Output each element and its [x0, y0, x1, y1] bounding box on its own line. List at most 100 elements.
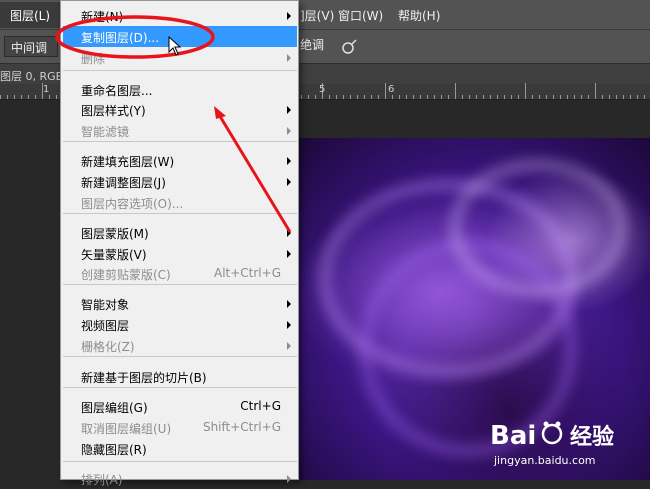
submenu-arrow-icon	[287, 342, 291, 350]
menu-separator	[63, 284, 297, 285]
menu-item[interactable]: 新建填充图层(W)	[63, 150, 297, 171]
ruler-tick	[476, 95, 477, 99]
ruler-tick	[511, 95, 512, 99]
menu-separator	[63, 213, 297, 214]
ruler-tick	[308, 95, 309, 99]
submenu-arrow-icon	[287, 54, 291, 62]
ruler-tick	[427, 95, 428, 99]
menu-item-label: 智能对象	[81, 298, 130, 312]
menu-item-shortcut: Ctrl+G	[240, 399, 281, 413]
menu-item-label: 删除	[81, 52, 106, 66]
menu-item[interactable]: 视频图层	[63, 314, 297, 335]
ruler-tick	[35, 95, 36, 99]
ruler-tick	[7, 95, 8, 99]
option-label[interactable]: 绝调	[300, 36, 324, 53]
ruler-tick	[630, 95, 631, 99]
ruler-tick	[301, 95, 302, 99]
ruler-tick	[434, 95, 435, 99]
menu-item[interactable]: 矢量蒙版(V)	[63, 243, 297, 264]
ruler-tick	[567, 95, 568, 99]
menu-separator	[63, 356, 297, 357]
watermark-url: jingyan.baidu.com	[494, 454, 596, 467]
ruler-tick	[602, 95, 603, 99]
ruler-tick	[483, 95, 484, 99]
ruler-tick	[56, 95, 57, 99]
menu-item: 取消图层编组(U) Shift+Ctrl+G	[63, 417, 297, 438]
submenu-arrow-icon	[287, 475, 291, 483]
menu-item-label: 栅格化(Z)	[81, 340, 135, 354]
baidu-logo: Bai 经验	[490, 421, 614, 451]
menu-item-label: 新建基于图层的切片(B)	[81, 371, 207, 385]
ruler-tick	[455, 83, 456, 99]
menu-item-label: 隐藏图层(R)	[81, 443, 147, 457]
menu-separator	[63, 387, 297, 388]
menu-item-label: 新建填充图层(W)	[81, 155, 175, 169]
menu-item-label: 复制图层(D)...	[81, 31, 160, 45]
swirl-shape	[448, 158, 628, 298]
menu-layer[interactable]: 图层(L)	[0, 2, 60, 28]
ruler-number: 5	[319, 84, 326, 95]
paw-icon	[541, 423, 563, 445]
submenu-arrow-icon	[287, 106, 291, 114]
ruler-number: 1	[43, 84, 50, 95]
ruler-tick	[21, 95, 22, 99]
ruler-tick	[49, 95, 50, 99]
ruler-tick	[28, 95, 29, 99]
ruler-number: 6	[388, 84, 395, 95]
ruler-tick	[329, 95, 330, 99]
ruler-tick	[392, 95, 393, 99]
ruler-tick	[378, 95, 379, 99]
ruler-tick	[574, 95, 575, 99]
ruler-tick	[504, 95, 505, 99]
menu-item-label: 创建剪贴蒙版(C)	[81, 268, 171, 282]
menu-item-label: 取消图层编组(U)	[81, 422, 172, 436]
ruler-tick	[413, 95, 414, 99]
submenu-arrow-icon	[287, 12, 291, 20]
menu-item[interactable]: 智能对象	[63, 293, 297, 314]
submenu-arrow-icon	[287, 127, 291, 135]
menu-item-shortcut: Shift+Ctrl+G	[202, 420, 281, 434]
menu-3d-partial[interactable]: ]层(V)	[300, 7, 334, 24]
ruler-tick	[518, 95, 519, 99]
layer-dropdown-menu: 新建(N) 复制图层(D)... 删除重命名图层... 图层样式(Y) 智能滤镜新建填充…	[60, 0, 299, 487]
menu-item: 创建剪贴蒙版(C) Alt+Ctrl+G	[63, 263, 297, 284]
ruler-tick	[315, 95, 316, 99]
menu-item[interactable]: 图层蒙版(M)	[63, 222, 297, 243]
menu-item[interactable]: 新建调整图层(J)	[63, 171, 297, 192]
ruler-tick	[0, 95, 1, 99]
mouse-cursor-icon	[168, 36, 182, 56]
ruler-tick	[399, 95, 400, 99]
menu-item-label: 图层蒙版(M)	[81, 227, 149, 241]
menu-item[interactable]: 图层样式(Y)	[63, 99, 297, 120]
logo-text-jingyan: 经验	[570, 424, 614, 450]
airbrush-icon[interactable]	[340, 38, 358, 56]
menu-item[interactable]: 图层编组(G) Ctrl+G	[63, 396, 297, 417]
submenu-arrow-icon	[287, 321, 291, 329]
menu-item[interactable]: 新建基于图层的切片(B)	[63, 366, 297, 387]
menu-item-shortcut: Alt+Ctrl+G	[213, 266, 281, 280]
logo-text-bai: Bai	[490, 421, 536, 451]
menu-item-label: 矢量蒙版(V)	[81, 248, 147, 262]
ruler-tick	[560, 95, 561, 99]
menu-window[interactable]: 窗口(W)	[338, 7, 383, 24]
menu-help[interactable]: 帮助(H)	[398, 7, 440, 24]
menu-item: 栅格化(Z)	[63, 335, 297, 356]
menu-item[interactable]: 隐藏图层(R)	[63, 438, 297, 459]
menu-separator	[63, 70, 297, 71]
ruler-tick	[350, 95, 351, 99]
submenu-arrow-icon	[287, 300, 291, 308]
range-select[interactable]: 中间调	[4, 36, 58, 57]
menu-item-label: 图层样式(Y)	[81, 104, 146, 118]
menu-item: 图层内容选项(O)...	[63, 192, 297, 213]
menu-separator	[63, 461, 297, 462]
menu-item-label: 智能滤镜	[81, 125, 130, 139]
ruler-tick	[371, 95, 372, 99]
menu-item[interactable]: 重命名图层...	[63, 79, 297, 100]
submenu-arrow-icon	[287, 250, 291, 258]
menu-item[interactable]: 新建(N)	[63, 5, 297, 26]
ruler-tick	[385, 83, 386, 99]
baidu-jingyan-watermark: Bai 经验 jingyan.baidu.com	[486, 414, 646, 476]
ruler-tick	[441, 95, 442, 99]
menu-item-label: 图层编组(G)	[81, 401, 148, 415]
submenu-arrow-icon	[287, 157, 291, 165]
